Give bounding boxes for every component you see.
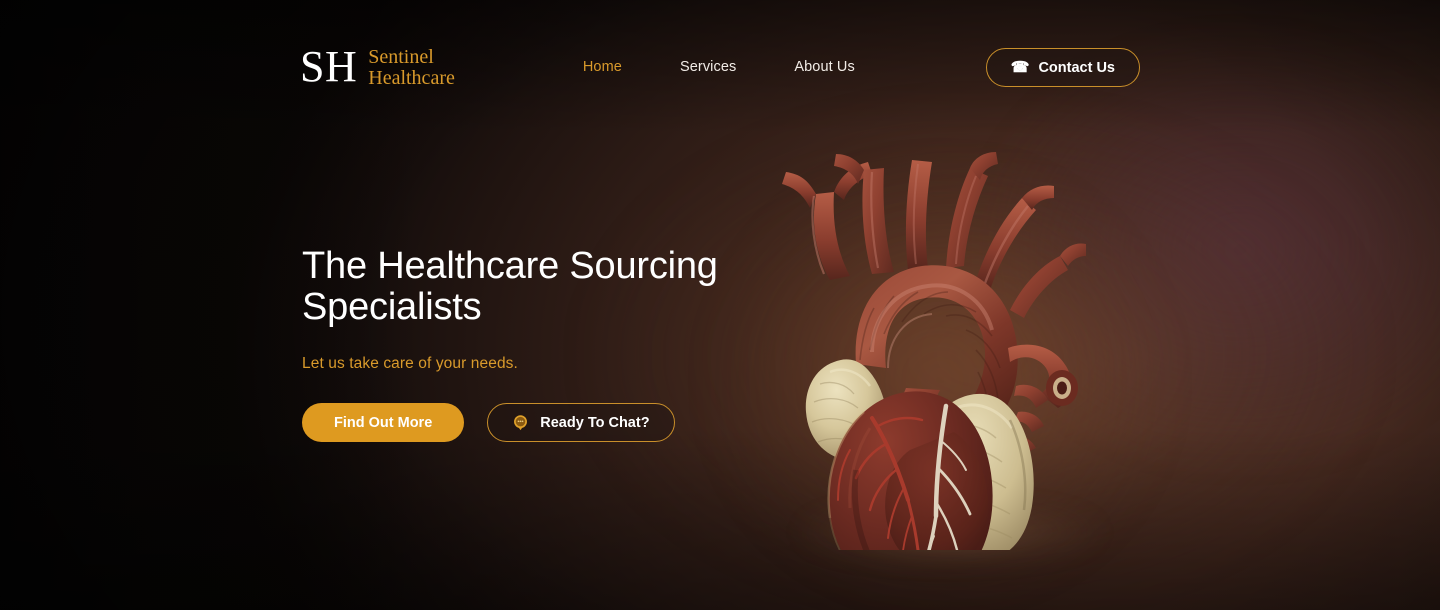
nav-item-home[interactable]: Home — [583, 53, 622, 81]
main-navigation: Home Services About Us — [583, 53, 855, 81]
logo-monogram: SH — [300, 42, 358, 91]
hero-copy: The Healthcare Sourcing Specialists Let … — [302, 246, 822, 442]
hero-headline: The Healthcare Sourcing Specialists — [302, 245, 718, 328]
ready-to-chat-label: Ready To Chat? — [540, 414, 650, 431]
site-header: SH Sentinel Healthcare Home Services Abo… — [0, 0, 1440, 134]
contact-us-label: Contact Us — [1038, 59, 1115, 76]
hero-section: SH Sentinel Healthcare Home Services Abo… — [0, 0, 1440, 610]
find-out-more-label: Find Out More — [334, 414, 433, 431]
nav-item-services[interactable]: Services — [680, 53, 736, 81]
chat-bubble-icon — [512, 414, 529, 431]
logo-word-line-2: Healthcare — [368, 67, 455, 89]
telephone-icon: ☎ — [1010, 59, 1030, 76]
logo-wordmark: Sentinel Healthcare — [368, 45, 455, 89]
logo-word-line-1: Sentinel — [368, 46, 434, 68]
nav-item-about-us[interactable]: About Us — [794, 53, 854, 81]
hero-subheadline: Let us take care of your needs. — [302, 355, 518, 372]
brand-logo[interactable]: SH Sentinel Healthcare — [300, 39, 455, 95]
contact-us-button[interactable]: ☎ Contact Us — [985, 48, 1140, 87]
ready-to-chat-button[interactable]: Ready To Chat? — [487, 403, 675, 442]
find-out-more-button[interactable]: Find Out More — [302, 403, 465, 442]
hero-cta-row: Find Out More Ready To Chat? — [302, 403, 822, 442]
